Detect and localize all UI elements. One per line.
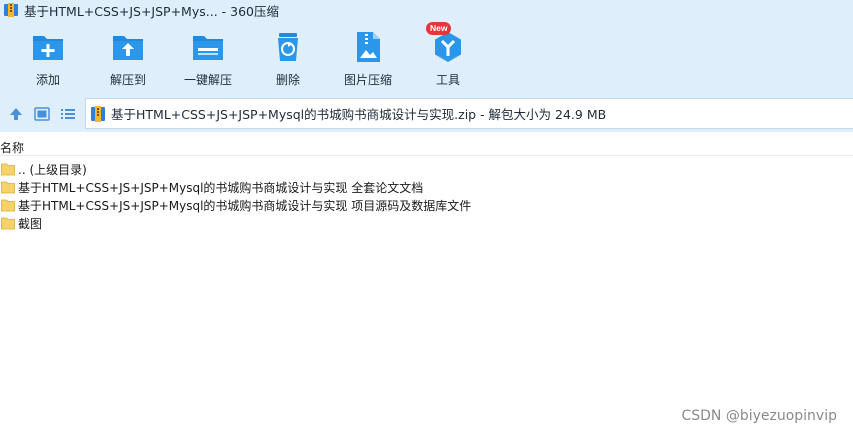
- window-title: 基于HTML+CSS+JS+JSP+Mys... - 360压缩: [24, 3, 279, 19]
- watermark: CSDN @biyezuopinvip: [681, 408, 837, 424]
- address-row: 基于HTML+CSS+JS+JSP+Mysql的书城购书商城设计与实现.zip …: [0, 95, 853, 132]
- new-badge: New: [426, 22, 452, 35]
- column-name-header[interactable]: 名称: [0, 139, 24, 156]
- zip-archive-icon: [4, 3, 18, 17]
- delete-icon: [278, 33, 298, 61]
- up-arrow-icon[interactable]: [7, 105, 25, 123]
- extract-to-label: 解压到: [109, 73, 146, 87]
- list-view-icon[interactable]: [59, 105, 77, 123]
- list-item[interactable]: 截图: [0, 214, 853, 232]
- tools-icon: [435, 32, 461, 62]
- folder-icon: [1, 199, 15, 212]
- file-list: .. (上级目录) 基于HTML+CSS+JS+JSP+Mysql的书城购书商城…: [0, 160, 853, 232]
- thumbnail-view-icon[interactable]: [33, 105, 51, 123]
- one-click-extract-label: 一键解压: [183, 73, 232, 87]
- parent-directory-row[interactable]: .. (上级目录): [0, 160, 853, 178]
- zip-file-icon: [91, 105, 105, 122]
- tools-label: 工具: [435, 73, 460, 87]
- add-button[interactable]: 添加: [8, 30, 88, 88]
- add-label: 添加: [35, 73, 60, 87]
- archive-path: 基于HTML+CSS+JS+JSP+Mysql的书城购书商城设计与实现.zip …: [111, 107, 607, 122]
- list-item[interactable]: 基于HTML+CSS+JS+JSP+Mysql的书城购书商城设计与实现 项目源码…: [0, 196, 853, 214]
- extract-to-icon: [113, 36, 143, 60]
- tools-button[interactable]: New 工具: [408, 22, 488, 88]
- folder-icon: [1, 217, 15, 230]
- image-compress-label: 图片压缩: [343, 73, 392, 87]
- delete-button[interactable]: 删除: [248, 30, 328, 88]
- folder-icon: [1, 163, 15, 176]
- title-bar: 基于HTML+CSS+JS+JSP+Mys... - 360压缩: [0, 0, 853, 20]
- folder-icon: [1, 181, 15, 194]
- add-icon: [33, 36, 63, 60]
- image-compress-icon: [357, 32, 380, 62]
- toolbar: 添加 解压到 一键解压 删除 图片压缩 New 工具: [0, 20, 853, 95]
- one-click-extract-icon: [193, 36, 223, 60]
- one-click-extract-button[interactable]: 一键解压: [168, 30, 248, 88]
- list-item-name: 截图: [18, 216, 43, 231]
- extract-to-button[interactable]: 解压到: [88, 30, 168, 88]
- list-item-name: .. (上级目录): [18, 162, 87, 177]
- delete-label: 删除: [275, 73, 300, 87]
- image-compress-button[interactable]: 图片压缩: [328, 30, 408, 88]
- list-item-name: 基于HTML+CSS+JS+JSP+Mysql的书城购书商城设计与实现 全套论文…: [18, 180, 424, 195]
- list-item[interactable]: 基于HTML+CSS+JS+JSP+Mysql的书城购书商城设计与实现 全套论文…: [0, 178, 853, 196]
- list-header: 名称: [0, 136, 853, 156]
- list-item-name: 基于HTML+CSS+JS+JSP+Mysql的书城购书商城设计与实现 项目源码…: [18, 198, 472, 213]
- address-bar[interactable]: 基于HTML+CSS+JS+JSP+Mysql的书城购书商城设计与实现.zip …: [85, 98, 853, 129]
